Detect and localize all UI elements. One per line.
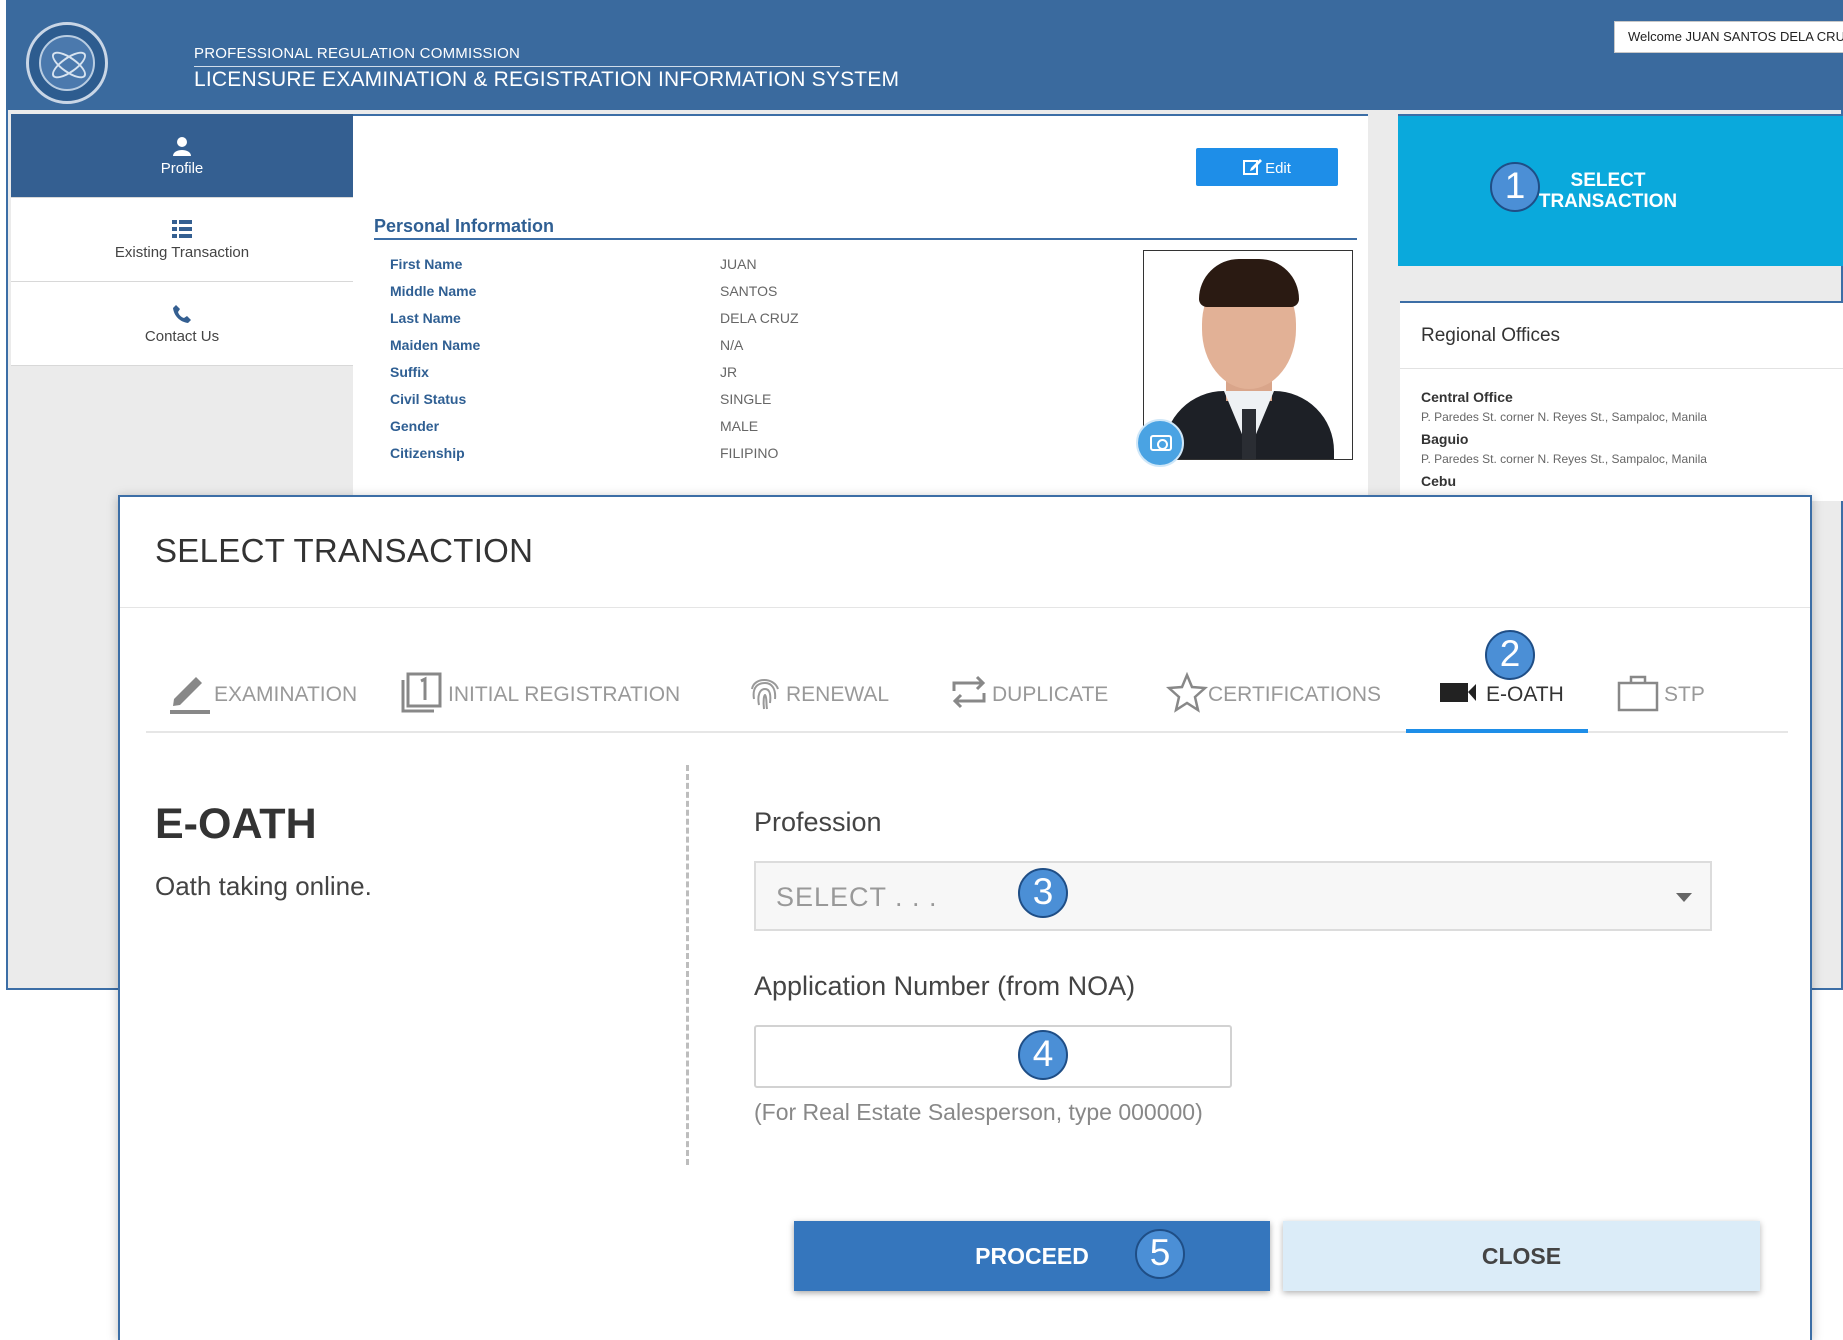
step-marker-5: 5 xyxy=(1135,1229,1185,1279)
transaction-type-title: E-OATH xyxy=(155,800,317,848)
info-value: DELA CRUZ xyxy=(720,310,799,326)
tab-initial-registration[interactable]: INITIAL REGISTRATION xyxy=(400,647,680,733)
section-title: Personal Information xyxy=(374,216,555,236)
tab-label: STP xyxy=(1664,683,1705,706)
office-name: Baguio xyxy=(1421,431,1469,447)
pane-divider xyxy=(686,765,689,1165)
info-label: Last Name xyxy=(390,310,461,326)
step-marker-4: 4 xyxy=(1018,1030,1068,1080)
office-name: Cebu xyxy=(1421,473,1456,489)
briefcase-icon xyxy=(1616,669,1662,715)
list-icon xyxy=(11,198,353,244)
tab-label: DUPLICATE xyxy=(992,683,1109,706)
tab-stp[interactable]: STP xyxy=(1616,647,1716,733)
office-name: Central Office xyxy=(1421,389,1513,405)
info-label: Civil Status xyxy=(390,391,467,407)
transaction-tabs: EXAMINATION INITIAL REGISTRATION RENEWAL… xyxy=(146,647,1788,733)
number-one-icon xyxy=(400,669,446,715)
step-marker-2: 2 xyxy=(1485,630,1535,680)
star-icon xyxy=(1164,669,1210,715)
sidebar-item-label: Profile xyxy=(160,160,204,177)
tab-label: CERTIFICATIONS xyxy=(1208,683,1382,706)
change-photo-camera-icon[interactable] xyxy=(1136,419,1184,467)
modal-divider xyxy=(120,607,1810,608)
sidebar-item-profile[interactable]: Profile xyxy=(11,114,363,198)
regional-offices-title: Regional Offices xyxy=(1421,325,1561,346)
select-transaction-label: SELECT TRANSACTION xyxy=(1528,170,1688,212)
tab-renewal[interactable]: RENEWAL xyxy=(742,647,892,733)
info-value: JUAN xyxy=(720,256,757,272)
tab-examination[interactable]: EXAMINATION xyxy=(146,647,357,733)
office-address: P. Paredes St. corner N. Reyes St., Samp… xyxy=(1421,410,1707,424)
screen: PROFESSIONAL REGULATION COMMISSION LICEN… xyxy=(0,0,1843,1340)
pencil-icon xyxy=(166,669,212,715)
caret-down-icon xyxy=(1676,893,1692,902)
sidebar-item-contact-us[interactable]: Contact Us xyxy=(11,282,353,366)
sidebar-item-label: Contact Us xyxy=(144,328,220,345)
info-label: Gender xyxy=(390,418,440,434)
select-transaction-tile[interactable]: SELECT TRANSACTION xyxy=(1398,114,1843,266)
office-entry: Central Office P. Paredes St. corner N. … xyxy=(1421,389,1707,494)
info-label: Citizenship xyxy=(390,445,465,461)
tile-line-2: TRANSACTION xyxy=(1538,191,1678,212)
profession-label: Profession xyxy=(754,807,882,837)
select-transaction-modal: SELECT TRANSACTION EXAMINATION INITIAL R… xyxy=(118,495,1812,1340)
user-icon xyxy=(11,114,353,160)
info-value: JR xyxy=(720,364,738,380)
transaction-type-description: Oath taking online. xyxy=(155,871,372,901)
sidebar: Profile Existing Transaction Contact Us xyxy=(11,114,363,366)
info-value: SANTOS xyxy=(720,283,778,299)
prc-seal-logo xyxy=(26,22,108,104)
header-divider xyxy=(194,66,840,67)
info-value: N/A xyxy=(720,337,744,353)
tile-line-1: SELECT xyxy=(1570,170,1646,191)
application-number-hint: (For Real Estate Salesperson, type 00000… xyxy=(754,1099,1203,1125)
profession-select[interactable]: SELECT . . . xyxy=(754,861,1712,931)
tab-label: EXAMINATION xyxy=(214,683,358,706)
video-camera-icon xyxy=(1438,669,1484,715)
regional-divider xyxy=(1400,368,1843,369)
step-marker-3: 3 xyxy=(1018,868,1068,918)
app-header: PROFESSIONAL REGULATION COMMISSION LICEN… xyxy=(6,0,1843,110)
org-name: PROFESSIONAL REGULATION COMMISSION xyxy=(194,45,521,62)
step-marker-1: 1 xyxy=(1490,162,1540,212)
welcome-user[interactable]: Welcome JUAN SANTOS DELA CRUZ xyxy=(1614,21,1843,53)
repeat-icon xyxy=(946,669,992,715)
tab-label: INITIAL REGISTRATION xyxy=(448,683,681,706)
proceed-button[interactable]: PROCEED xyxy=(794,1221,1270,1291)
info-label: First Name xyxy=(390,256,463,272)
section-divider xyxy=(374,238,1357,240)
tab-certifications[interactable]: CERTIFICATIONS xyxy=(1164,647,1381,733)
info-label: Suffix xyxy=(390,364,429,380)
sidebar-item-existing-transaction[interactable]: Existing Transaction xyxy=(11,198,353,282)
edit-label: Edit xyxy=(1265,159,1291,177)
modal-title: SELECT TRANSACTION xyxy=(155,532,534,569)
info-value: FILIPINO xyxy=(720,445,779,461)
tab-label: E-OATH xyxy=(1486,683,1564,706)
office-address: P. Paredes St. corner N. Reyes St., Samp… xyxy=(1421,452,1707,466)
edit-button[interactable]: Edit xyxy=(1196,148,1338,186)
application-number-input[interactable] xyxy=(754,1025,1232,1088)
info-label: Middle Name xyxy=(390,283,477,299)
profile-panel: Edit Personal Information First Name JUA… xyxy=(353,114,1368,499)
sidebar-item-label: Existing Transaction xyxy=(114,244,250,261)
regional-offices-panel: Regional Offices Central Office P. Pared… xyxy=(1400,301,1843,501)
tab-label: RENEWAL xyxy=(786,683,890,706)
info-value: SINGLE xyxy=(720,391,772,407)
edit-icon xyxy=(1243,158,1263,175)
profession-selected-value: SELECT . . . xyxy=(776,882,938,912)
fingerprint-icon xyxy=(742,669,788,715)
tab-duplicate[interactable]: DUPLICATE xyxy=(946,647,1109,733)
info-label: Maiden Name xyxy=(390,337,481,353)
application-number-label: Application Number (from NOA) xyxy=(754,971,1136,1001)
system-name: LICENSURE EXAMINATION & REGISTRATION INF… xyxy=(194,68,900,91)
phone-icon xyxy=(11,282,353,328)
close-button[interactable]: CLOSE xyxy=(1283,1221,1760,1291)
info-value: MALE xyxy=(720,418,759,434)
